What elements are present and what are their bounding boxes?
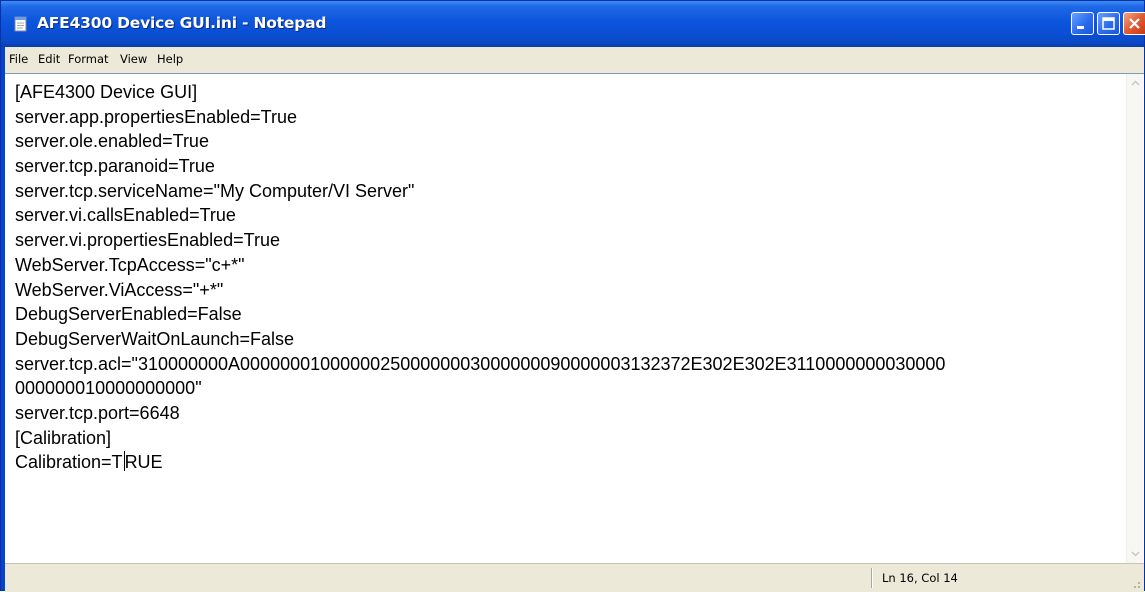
menu-file[interactable]: File: [9, 52, 28, 66]
title-bar[interactable]: AFE4300 Device GUI.ini - Notepad: [1, 1, 1145, 47]
text-line-with-caret: Calibration=T RUE: [15, 450, 1125, 475]
text-line: [Calibration]: [15, 427, 112, 448]
text-line: server.vi.callsEnabled=True: [15, 205, 236, 226]
scroll-up-icon: [1131, 80, 1140, 86]
menu-edit[interactable]: Edit: [38, 52, 60, 66]
menu-bar: File Edit Format View Help: [5, 47, 1144, 73]
text-line: server.tcp.serviceName="My Computer/VI S…: [15, 180, 415, 201]
scroll-down-button[interactable]: [1128, 546, 1143, 562]
text-line: server.app.propertiesEnabled=True: [15, 106, 298, 127]
notepad-icon: [14, 16, 27, 32]
text-line: WebServer.ViAccess="+*": [15, 279, 224, 300]
maximize-button[interactable]: [1097, 12, 1120, 35]
status-separator: [871, 568, 872, 588]
caret-line-before: Calibration=T: [15, 452, 123, 473]
notepad-window: AFE4300 Device GUI.ini - Notepad File Ed…: [0, 0, 1145, 592]
menu-format[interactable]: Format: [68, 52, 109, 66]
minimize-button[interactable]: [1071, 12, 1094, 35]
minimize-icon: [1077, 26, 1084, 29]
text-line: server.ole.enabled=True: [15, 131, 209, 152]
vertical-scrollbar[interactable]: [1126, 74, 1143, 563]
caret-line-after: RUE: [124, 452, 163, 473]
text-line: DebugServerWaitOnLaunch=False: [15, 328, 294, 349]
text-line: server.tcp.paranoid=True: [15, 156, 215, 177]
resize-grip-icon[interactable]: [1129, 577, 1141, 589]
text-line: 000000010000000000": [15, 378, 202, 399]
window-title: AFE4300 Device GUI.ini - Notepad: [37, 14, 327, 32]
menu-view[interactable]: View: [120, 52, 147, 66]
text-line: server.vi.propertiesEnabled=True: [15, 230, 280, 251]
text-editor[interactable]: [AFE4300 Device GUI] server.app.properti…: [5, 73, 1144, 563]
text-line: server.tcp.port=6648: [15, 402, 180, 423]
scroll-down-icon: [1131, 551, 1140, 557]
status-bar: Ln 16, Col 14: [5, 563, 1144, 592]
close-button[interactable]: [1123, 12, 1145, 35]
document-text[interactable]: [AFE4300 Device GUI] server.app.properti…: [15, 80, 1125, 475]
text-line: [AFE4300 Device GUI]: [15, 82, 198, 102]
text-line: DebugServerEnabled=False: [15, 304, 242, 325]
scroll-up-button[interactable]: [1128, 75, 1143, 91]
menu-help[interactable]: Help: [157, 52, 183, 66]
maximize-icon: [1102, 17, 1115, 30]
text-line: server.tcp.acl="310000000A00000001000000…: [15, 353, 946, 374]
text-line: WebServer.TcpAccess="c+*": [15, 254, 245, 275]
close-icon: [1129, 18, 1140, 29]
cursor-position: Ln 16, Col 14: [882, 571, 958, 585]
